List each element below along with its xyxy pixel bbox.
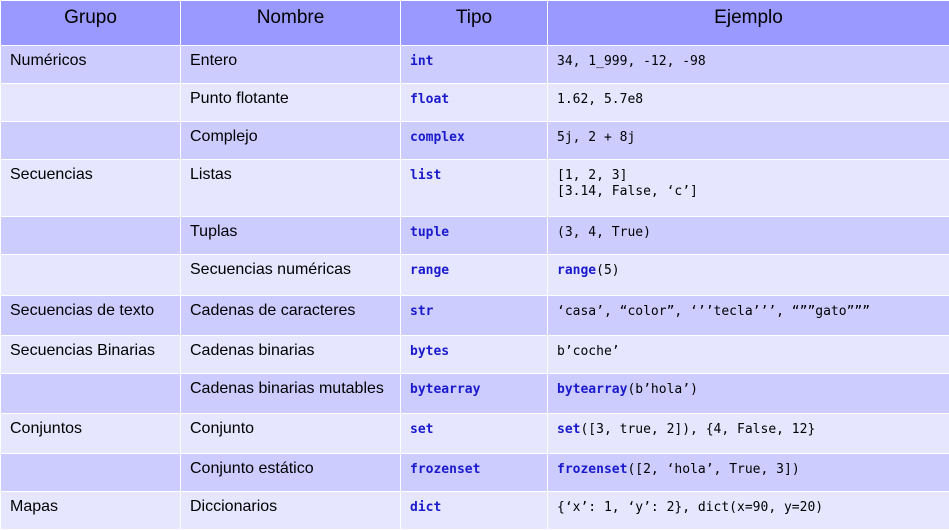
header-name: Nombre bbox=[181, 1, 401, 46]
cell-name: Secuencias numéricas bbox=[181, 255, 401, 296]
table-row: Tuplas tuple (3, 4, True) bbox=[1, 217, 949, 255]
cell-example: 1.62, 5.7e8 bbox=[548, 84, 949, 122]
cell-example: {‘x’: 1, ‘y’: 2}, dict(x=90, y=20) bbox=[548, 492, 949, 530]
cell-example: set([3, true, 2]), {4, False, 12} bbox=[548, 414, 949, 454]
cell-type: set bbox=[401, 414, 548, 454]
cell-type: bytearray bbox=[401, 374, 548, 414]
cell-group: Secuencias bbox=[1, 160, 181, 217]
header-type: Tipo bbox=[401, 1, 548, 46]
table-row: Secuencias Listas list [1, 2, 3] [3.14, … bbox=[1, 160, 949, 217]
cell-name: Cadenas binarias bbox=[181, 336, 401, 374]
cell-type: str bbox=[401, 296, 548, 336]
table-row: Secuencias de texto Cadenas de caractere… bbox=[1, 296, 949, 336]
cell-group: Secuencias de texto bbox=[1, 296, 181, 336]
cell-example: 34, 1_999, -12, -98 bbox=[548, 46, 949, 84]
cell-name: Cadenas de caracteres bbox=[181, 296, 401, 336]
example-keyword: bytearray bbox=[557, 382, 627, 397]
table-row: Cadenas binarias mutables bytearray byte… bbox=[1, 374, 949, 414]
example-args: ([3, true, 2]), {4, False, 12} bbox=[580, 422, 815, 437]
header-row: Grupo Nombre Tipo Ejemplo bbox=[1, 1, 949, 46]
cell-group bbox=[1, 454, 181, 492]
cell-group bbox=[1, 374, 181, 414]
cell-name: Diccionarios bbox=[181, 492, 401, 530]
cell-example: range(5) bbox=[548, 255, 949, 296]
cell-type: range bbox=[401, 255, 548, 296]
table-row: Complejo complex 5j, 2 + 8j bbox=[1, 122, 949, 160]
example-keyword: frozenset bbox=[557, 462, 627, 477]
cell-type: int bbox=[401, 46, 548, 84]
example-args: ([2, ‘hola’, True, 3]) bbox=[627, 462, 799, 477]
cell-type: dict bbox=[401, 492, 548, 530]
cell-type: tuple bbox=[401, 217, 548, 255]
table-row: Secuencias Binarias Cadenas binarias byt… bbox=[1, 336, 949, 374]
cell-example: (3, 4, True) bbox=[548, 217, 949, 255]
cell-name: Tuplas bbox=[181, 217, 401, 255]
cell-group: Secuencias Binarias bbox=[1, 336, 181, 374]
example-args: (5) bbox=[596, 263, 619, 278]
python-types-table: Grupo Nombre Tipo Ejemplo Numéricos Ente… bbox=[0, 0, 949, 530]
cell-group bbox=[1, 84, 181, 122]
cell-example: 5j, 2 + 8j bbox=[548, 122, 949, 160]
example-args: (b’hola’) bbox=[627, 382, 697, 397]
cell-type: complex bbox=[401, 122, 548, 160]
example-line: [3.14, False, ‘c’] bbox=[557, 184, 940, 200]
cell-example: bytearray(b’hola’) bbox=[548, 374, 949, 414]
cell-name: Cadenas binarias mutables bbox=[181, 374, 401, 414]
example-line: [1, 2, 3] bbox=[557, 168, 940, 184]
example-keyword: range bbox=[557, 263, 596, 278]
table-row: Mapas Diccionarios dict {‘x’: 1, ‘y’: 2}… bbox=[1, 492, 949, 530]
header-example: Ejemplo bbox=[548, 1, 949, 46]
cell-type: float bbox=[401, 84, 548, 122]
cell-example: frozenset([2, ‘hola’, True, 3]) bbox=[548, 454, 949, 492]
cell-type: frozenset bbox=[401, 454, 548, 492]
cell-group: Mapas bbox=[1, 492, 181, 530]
table-row: Numéricos Entero int 34, 1_999, -12, -98 bbox=[1, 46, 949, 84]
table-row: Conjunto estático frozenset frozenset([2… bbox=[1, 454, 949, 492]
example-keyword: set bbox=[557, 422, 580, 437]
cell-group: Numéricos bbox=[1, 46, 181, 84]
table-row: Conjuntos Conjunto set set([3, true, 2])… bbox=[1, 414, 949, 454]
cell-name: Listas bbox=[181, 160, 401, 217]
cell-group bbox=[1, 255, 181, 296]
cell-group: Conjuntos bbox=[1, 414, 181, 454]
header-group: Grupo bbox=[1, 1, 181, 46]
cell-group bbox=[1, 122, 181, 160]
cell-type: bytes bbox=[401, 336, 548, 374]
cell-type: list bbox=[401, 160, 548, 217]
cell-example: [1, 2, 3] [3.14, False, ‘c’] bbox=[548, 160, 949, 217]
cell-name: Conjunto estático bbox=[181, 454, 401, 492]
cell-name: Entero bbox=[181, 46, 401, 84]
cell-group bbox=[1, 217, 181, 255]
cell-example: ‘casa’, “color”, ‘’’tecla’’’, “””gato””” bbox=[548, 296, 949, 336]
cell-example: b’coche’ bbox=[548, 336, 949, 374]
table-row: Secuencias numéricas range range(5) bbox=[1, 255, 949, 296]
cell-name: Punto flotante bbox=[181, 84, 401, 122]
cell-name: Complejo bbox=[181, 122, 401, 160]
cell-name: Conjunto bbox=[181, 414, 401, 454]
table-row: Punto flotante float 1.62, 5.7e8 bbox=[1, 84, 949, 122]
